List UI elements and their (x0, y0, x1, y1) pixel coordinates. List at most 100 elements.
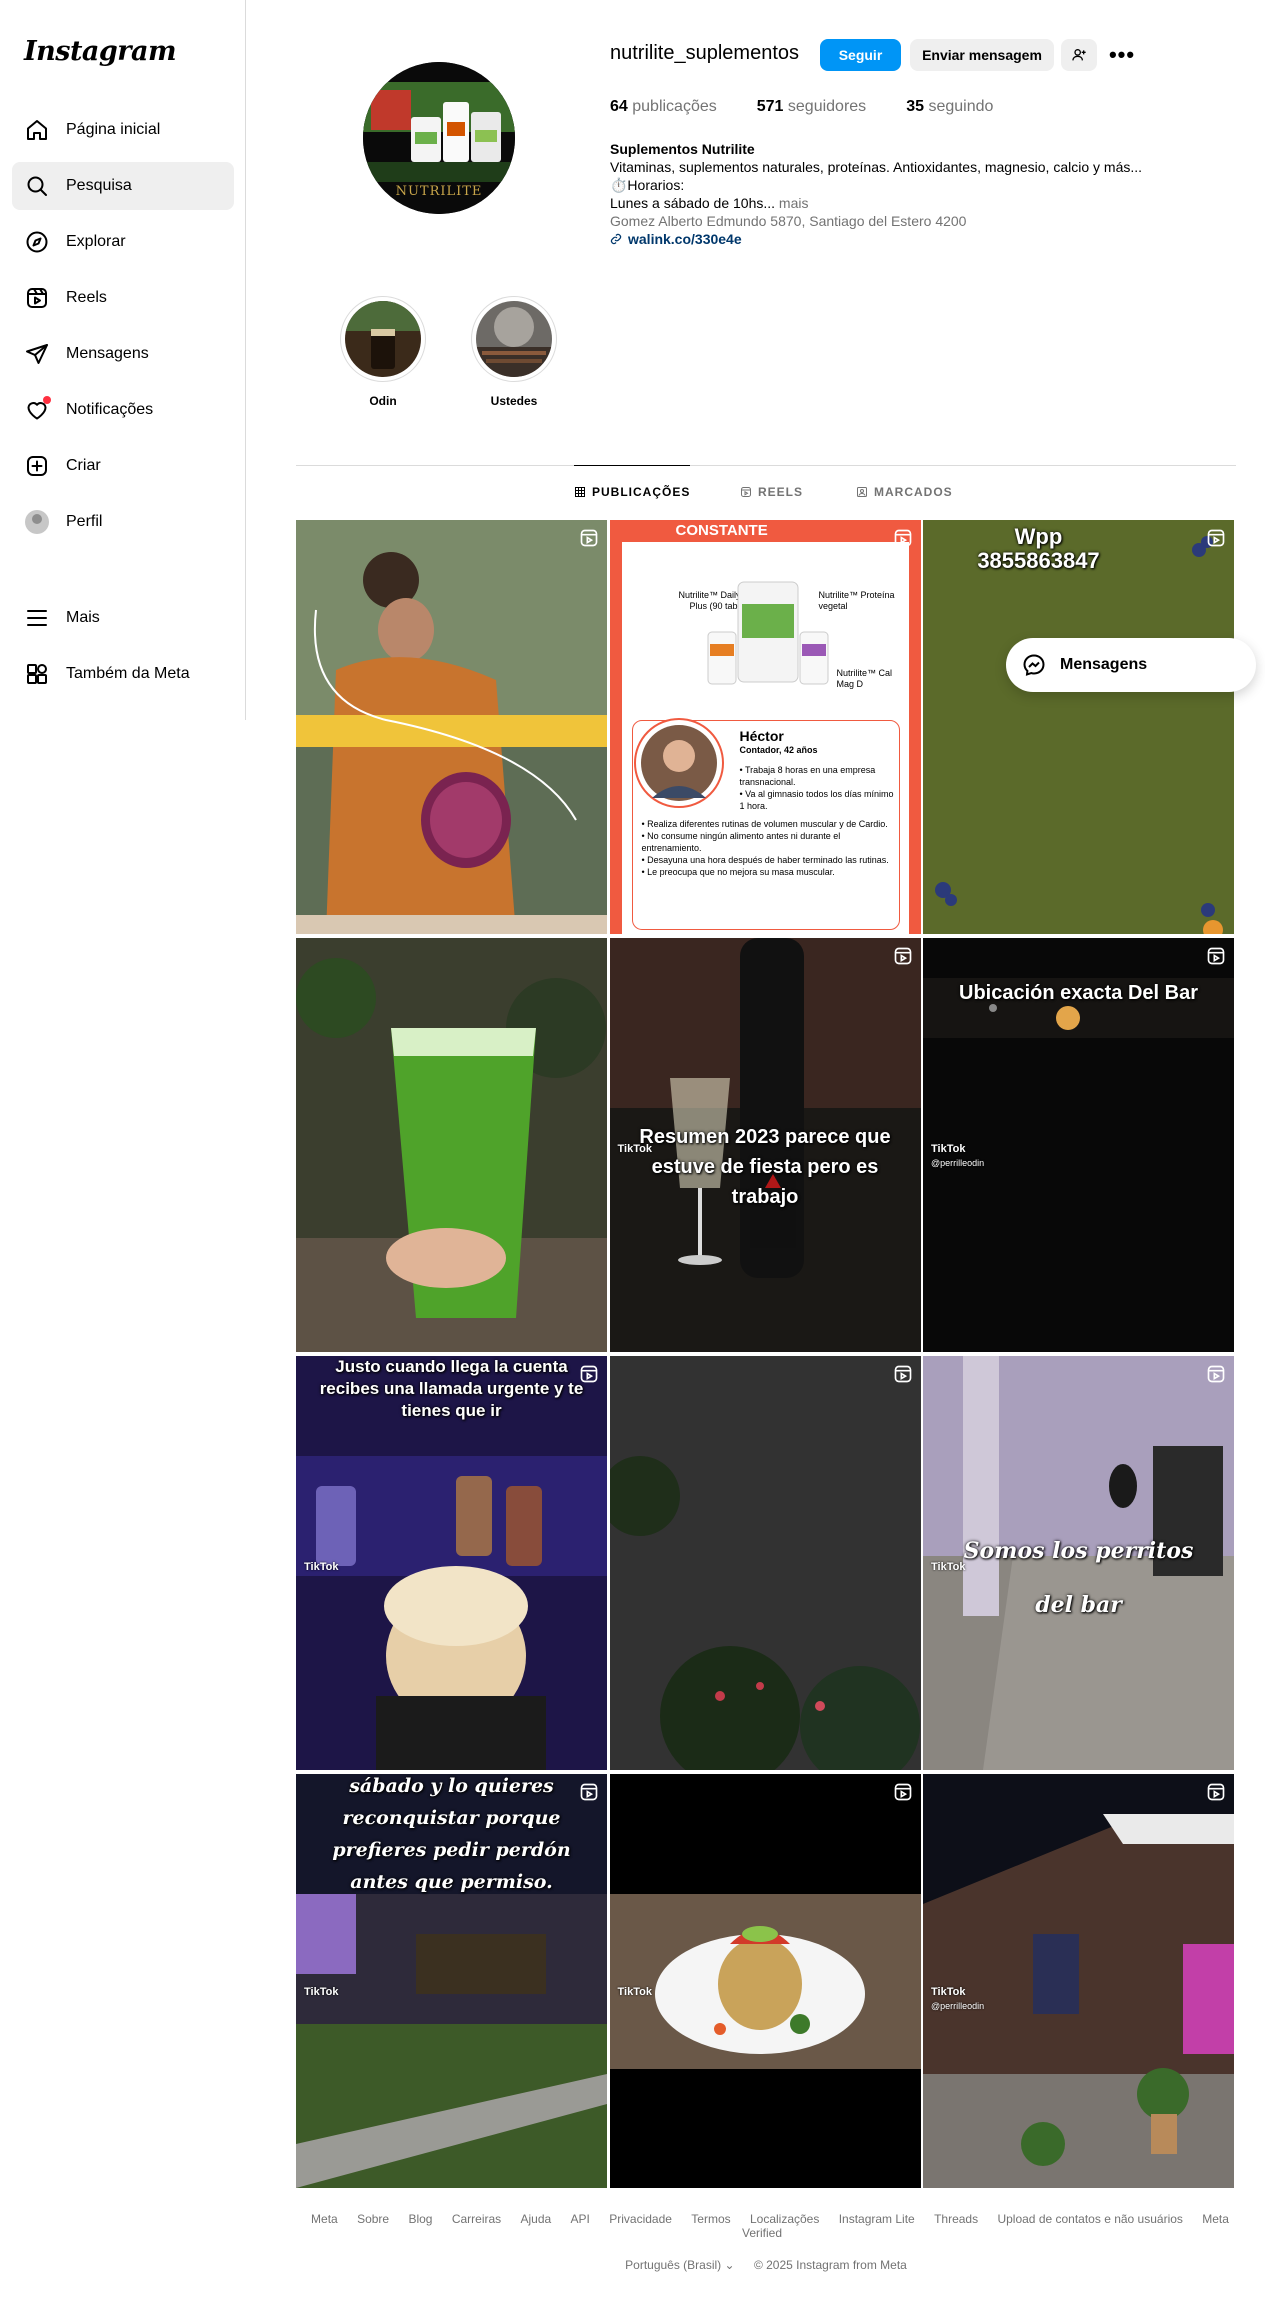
footer-link[interactable]: Sobre (357, 2212, 389, 2226)
nav-label: Perfil (66, 513, 103, 530)
bio-address[interactable]: Gomez Alberto Edmundo 5870, Santiago del… (610, 212, 1170, 230)
nav-label: Explorar (66, 233, 126, 250)
follow-button[interactable]: Seguir (820, 39, 901, 71)
nav-item-create[interactable]: Criar (12, 442, 234, 490)
nav-label: Mais (66, 609, 100, 626)
bio-name: Suplementos Nutrilite (610, 141, 755, 157)
reel-icon (1207, 1365, 1225, 1383)
nav-label: Reels (66, 289, 107, 306)
posts-grid: CONSTANTE Nutrilite™ Daily Plus (90 tab)… (296, 520, 1234, 2188)
tiktok-watermark: TikTok (931, 1986, 966, 1998)
bio-line: ⏱️Horarios: (610, 177, 685, 193)
footer-link[interactable]: Meta (311, 2212, 338, 2226)
grid-icon (575, 486, 585, 497)
testimonial-role: Contador, 42 años (739, 745, 818, 755)
bio-link[interactable]: walink.co/330e4e (610, 230, 1170, 248)
nav-item-notifications[interactable]: Notificações (12, 386, 234, 434)
post-banner-text: CONSTANTE (675, 522, 768, 539)
nav-menu: Página inicial Pesquisa Explorar Reels M… (12, 106, 234, 554)
followers-count[interactable]: 571 seguidores (757, 98, 866, 116)
post-caption: Somos los perritos del bar (963, 1538, 1194, 1618)
post-tile[interactable]: sábado y lo quieres reconquistar porque … (296, 1774, 607, 2188)
nav-label: Pesquisa (66, 177, 132, 194)
footer-link[interactable]: Upload de contatos e não usuários (997, 2212, 1182, 2226)
post-tile[interactable]: Somos los perritos del bar TikTok (923, 1356, 1234, 1770)
tab-posts[interactable]: PUBLICAÇÕES (574, 465, 691, 517)
ellipsis-icon: ••• (1108, 42, 1136, 67)
nav-item-explore[interactable]: Explorar (12, 218, 234, 266)
post-tile[interactable]: Wpp 3855863847 (923, 520, 1234, 934)
post-tile[interactable] (609, 1356, 921, 1770)
post-caption: Ubicación exacta Del Bar (959, 982, 1198, 1004)
nav-item-search[interactable]: Pesquisa (12, 162, 234, 210)
nav-label: Página inicial (66, 121, 161, 138)
highlight-odin[interactable]: Odin (338, 296, 428, 408)
post-caption: Resumen 2023 parece que estuve de fiesta… (639, 1126, 891, 1208)
footer-link[interactable]: Termos (691, 2212, 730, 2226)
nav-label: Notificações (66, 401, 154, 418)
reels-icon (741, 487, 751, 497)
footer-link[interactable]: Blog (408, 2212, 432, 2226)
post-tile[interactable] (296, 938, 607, 1352)
highlight-ustedes[interactable]: Ustedes (469, 296, 559, 408)
nav-item-profile[interactable]: Perfil (12, 498, 234, 546)
tiktok-handle: @perrilleodin (931, 2001, 985, 2011)
link-icon (610, 233, 622, 245)
footer-link[interactable]: Localizações (750, 2212, 819, 2226)
post-tile[interactable]: Justo cuando llega la cuenta recibes una… (296, 1356, 607, 1770)
home-icon (24, 117, 50, 143)
bio-more-link[interactable]: mais (779, 195, 809, 211)
plus-square-icon (24, 453, 50, 479)
nav-label: Mensagens (66, 345, 149, 362)
footer-link[interactable]: Carreiras (452, 2212, 501, 2226)
reel-icon (894, 1783, 911, 1801)
post-tile[interactable]: Resumen 2023 parece que estuve de fiesta… (609, 938, 921, 1352)
tab-reels[interactable]: REELS (740, 466, 803, 518)
profile-picture[interactable]: NUTRILITE (363, 62, 515, 214)
avatar (24, 509, 50, 535)
highlight-label: Odin (369, 394, 397, 408)
copyright: © 2025 Instagram from Meta (753, 2258, 907, 2272)
post-tile[interactable]: TikTok @perrilleodin (923, 1774, 1234, 2188)
messenger-icon (1023, 654, 1045, 676)
nav-item-messages[interactable]: Mensagens (12, 330, 234, 378)
tiktok-watermark: TikTok (304, 1986, 339, 1998)
bio-line: Lunes a sábado de 10hs... (610, 195, 776, 211)
reel-icon (580, 1783, 598, 1801)
profile-username: nutrilite_suplementos (610, 42, 799, 64)
post-tile[interactable] (296, 520, 607, 934)
notification-dot (43, 396, 51, 404)
footer-link[interactable]: API (571, 2212, 590, 2226)
tab-tagged[interactable]: MARCADOS (856, 466, 953, 518)
following-count[interactable]: 35 seguindo (906, 98, 993, 116)
profile-bio: Suplementos Nutrilite Vitaminas, supleme… (610, 140, 1170, 248)
language-selector[interactable]: Português (Brasil) ⌄ (625, 2258, 734, 2272)
footer-link[interactable]: Ajuda (521, 2212, 552, 2226)
product-label: Nutrilite™ Cal Mag D (836, 668, 893, 689)
nav-item-more[interactable]: Mais (12, 594, 234, 642)
tiktok-watermark: TikTok (931, 1561, 966, 1573)
nav-item-meta[interactable]: Também da Meta (12, 650, 234, 698)
post-caption: Justo cuando llega la cuenta recibes una… (319, 1357, 584, 1420)
suggested-users-button[interactable] (1061, 39, 1097, 71)
footer-link[interactable]: Threads (934, 2212, 978, 2226)
footer-link[interactable]: Privacidade (609, 2212, 672, 2226)
direct-icon (24, 341, 50, 367)
nav-item-home[interactable]: Página inicial (12, 106, 234, 154)
tag-icon (857, 487, 867, 497)
footer-link[interactable]: Instagram Lite (839, 2212, 915, 2226)
testimonial-bullets: • Realiza diferentes rutinas de volumen … (641, 819, 889, 877)
instagram-logo[interactable]: Instagram (24, 36, 177, 67)
post-tile[interactable]: Ubicación exacta Del Bar TikTok @perrill… (923, 938, 1234, 1352)
more-options-button[interactable]: ••• (1106, 39, 1138, 71)
highlight-cover (476, 301, 552, 377)
send-message-button[interactable]: Enviar mensagem (910, 39, 1054, 71)
post-tile[interactable]: CONSTANTE Nutrilite™ Daily Plus (90 tab)… (609, 520, 921, 934)
highlight-label: Ustedes (490, 394, 538, 408)
nav-item-reels[interactable]: Reels (12, 274, 234, 322)
post-tile[interactable]: TikTok (609, 1774, 921, 2188)
tiktok-watermark: TikTok (931, 1143, 966, 1155)
nav-label: Também da Meta (66, 665, 190, 682)
floating-messages-button[interactable]: Mensagens (1006, 638, 1256, 692)
footer: Meta Sobre Blog Carreiras Ajuda API Priv… (296, 2212, 1236, 2272)
